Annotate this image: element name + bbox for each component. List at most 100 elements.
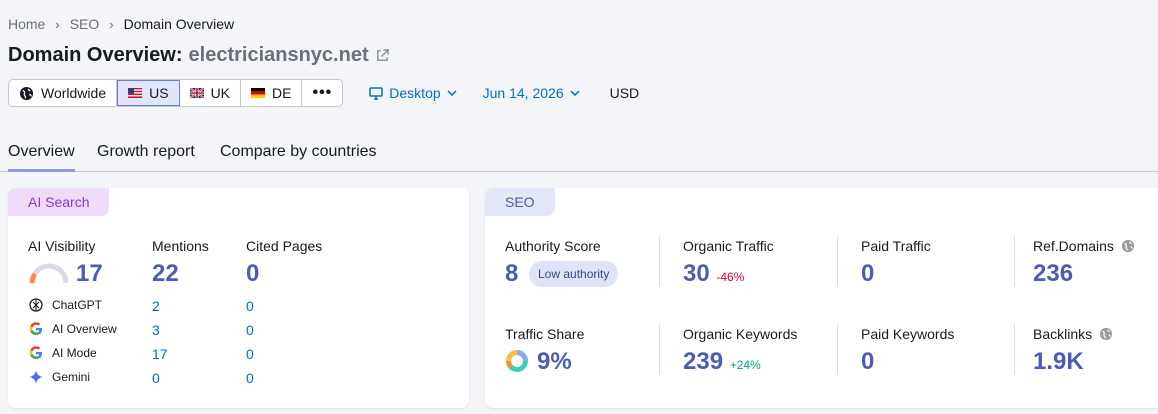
tab-growth-report[interactable]: Growth report (97, 143, 195, 169)
ai-search-card: AI Search AI Visibility 17 Mentions 22 C… (8, 188, 469, 408)
paid-traffic-value[interactable]: 0 (861, 260, 874, 288)
ai-overview-mentions[interactable]: 3 (152, 322, 160, 338)
db-worldwide-label: Worldwide (41, 85, 107, 101)
us-flag-icon (128, 88, 143, 98)
db-uk-label: UK (210, 85, 231, 101)
ai-overview-label: AI Overview (52, 322, 117, 336)
tab-compare-by-countries[interactable]: Compare by countries (220, 143, 377, 169)
db-us-label: US (149, 85, 169, 101)
device-label: Desktop (389, 85, 441, 101)
organic-keywords-value: 239 (683, 348, 724, 375)
organic-keywords-delta: +24% (729, 358, 761, 372)
page-title-prefix: Domain Overview: (8, 44, 183, 66)
gemini-icon (29, 370, 43, 384)
list-item: AI Overview (28, 321, 117, 337)
breadcrumb: Home › SEO › Domain Overview (8, 16, 234, 32)
divider (1014, 236, 1015, 286)
chevron-down-icon (447, 90, 457, 96)
mentions-label: Mentions (152, 238, 209, 254)
uk-flag-icon (189, 88, 204, 98)
seo-card: SEO Authority Score 8 Low authority Orga… (485, 188, 1158, 408)
authority-score-value[interactable]: 8 (505, 260, 518, 288)
globe-icon (19, 86, 34, 100)
paid-keywords-label: Paid Keywords (861, 326, 955, 342)
divider (837, 236, 838, 286)
ai-mode-cited[interactable]: 0 (246, 346, 254, 362)
backlinks-value[interactable]: 1.9K (1033, 348, 1084, 376)
device-dropdown[interactable]: Desktop (369, 85, 457, 101)
list-item: AI Mode (28, 345, 97, 361)
organic-keywords[interactable]: 239 +24% (683, 348, 761, 376)
chevron-down-icon (570, 90, 580, 96)
traffic-share-value[interactable]: 9% (537, 348, 572, 376)
breadcrumb-seo[interactable]: SEO (70, 16, 100, 32)
google-icon (29, 346, 42, 359)
ai-mode-label: AI Mode (52, 346, 97, 360)
seo-tag: SEO (485, 188, 555, 216)
chevron-right-icon: › (55, 16, 60, 32)
authority-score-label: Authority Score (505, 238, 601, 254)
traffic-share-donut-icon (506, 350, 528, 372)
organic-traffic-value: 30 (683, 260, 710, 287)
database-selector: Worldwide US UK DE ••• (8, 79, 344, 107)
globe-icon (1121, 239, 1134, 253)
date-dropdown[interactable]: Jun 14, 2026 (483, 85, 580, 101)
gemini-label: Gemini (52, 370, 91, 384)
ai-visibility-label[interactable]: AI Visibility (28, 238, 95, 254)
domain-link[interactable]: electriciansnyc.net (189, 44, 369, 67)
cited-pages-value[interactable]: 0 (246, 260, 259, 288)
breadcrumb-current: Domain Overview (123, 16, 235, 32)
cited-pages-label: Cited Pages (246, 238, 323, 254)
organic-traffic-label: Organic Traffic (683, 238, 774, 254)
chevron-right-icon: › (109, 16, 114, 32)
organic-keywords-label: Organic Keywords (683, 326, 798, 342)
divider (659, 324, 660, 374)
chatgpt-label: ChatGPT (52, 298, 103, 312)
paid-keywords-value[interactable]: 0 (861, 348, 874, 376)
chatgpt-mentions[interactable]: 2 (152, 298, 160, 314)
ai-search-tag: AI Search (8, 188, 110, 216)
backlinks-label: Backlinks (1033, 326, 1093, 342)
external-link-icon[interactable] (375, 48, 390, 63)
breadcrumb-home[interactable]: Home (8, 16, 45, 32)
gemini-mentions[interactable]: 0 (152, 370, 160, 386)
db-uk-button[interactable]: UK (180, 80, 242, 106)
ref-domains-value[interactable]: 236 (1033, 260, 1073, 288)
divider (659, 236, 660, 286)
ai-visibility-gauge-icon (29, 263, 69, 284)
de-flag-icon (251, 88, 266, 98)
page-title: Domain Overview: electriciansnyc.net (8, 44, 390, 67)
google-icon (29, 322, 42, 335)
tab-overview[interactable]: Overview (8, 143, 75, 172)
db-de-label: DE (272, 85, 292, 101)
chatgpt-cited[interactable]: 0 (246, 298, 254, 314)
list-item: Gemini (28, 369, 90, 385)
ai-mode-mentions[interactable]: 17 (152, 346, 168, 362)
list-item: ChatGPT (28, 297, 102, 313)
backlinks-heading: Backlinks (1033, 326, 1113, 342)
ai-visibility-value[interactable]: 17 (76, 260, 103, 288)
ref-domains-heading: Ref.Domains (1033, 238, 1135, 254)
db-de-button[interactable]: DE (241, 80, 303, 106)
divider (1014, 324, 1015, 374)
currency-label: USD (609, 85, 640, 101)
report-tabs: Overview Growth report Compare by countr… (0, 140, 1158, 172)
divider (837, 324, 838, 374)
ai-overview-cited[interactable]: 0 (246, 322, 254, 338)
traffic-share-label: Traffic Share (505, 326, 585, 342)
authority-badge: Low authority (529, 261, 619, 287)
db-worldwide-button[interactable]: Worldwide (9, 80, 118, 106)
paid-traffic-label: Paid Traffic (861, 238, 931, 254)
chatgpt-icon (29, 298, 43, 312)
ref-domains-label: Ref.Domains (1033, 238, 1114, 254)
gemini-cited[interactable]: 0 (246, 370, 254, 386)
organic-traffic[interactable]: 30 -46% (683, 260, 744, 288)
desktop-icon (369, 86, 384, 100)
globe-icon (1099, 327, 1113, 341)
database-selector-row: Worldwide US UK DE ••• Desktop Jun 14, 2… (8, 79, 639, 107)
more-databases-button[interactable]: ••• (302, 80, 342, 106)
db-us-button[interactable]: US (117, 80, 180, 106)
organic-traffic-delta: -46% (716, 270, 745, 284)
mentions-value[interactable]: 22 (152, 260, 179, 288)
date-label: Jun 14, 2026 (482, 85, 564, 101)
